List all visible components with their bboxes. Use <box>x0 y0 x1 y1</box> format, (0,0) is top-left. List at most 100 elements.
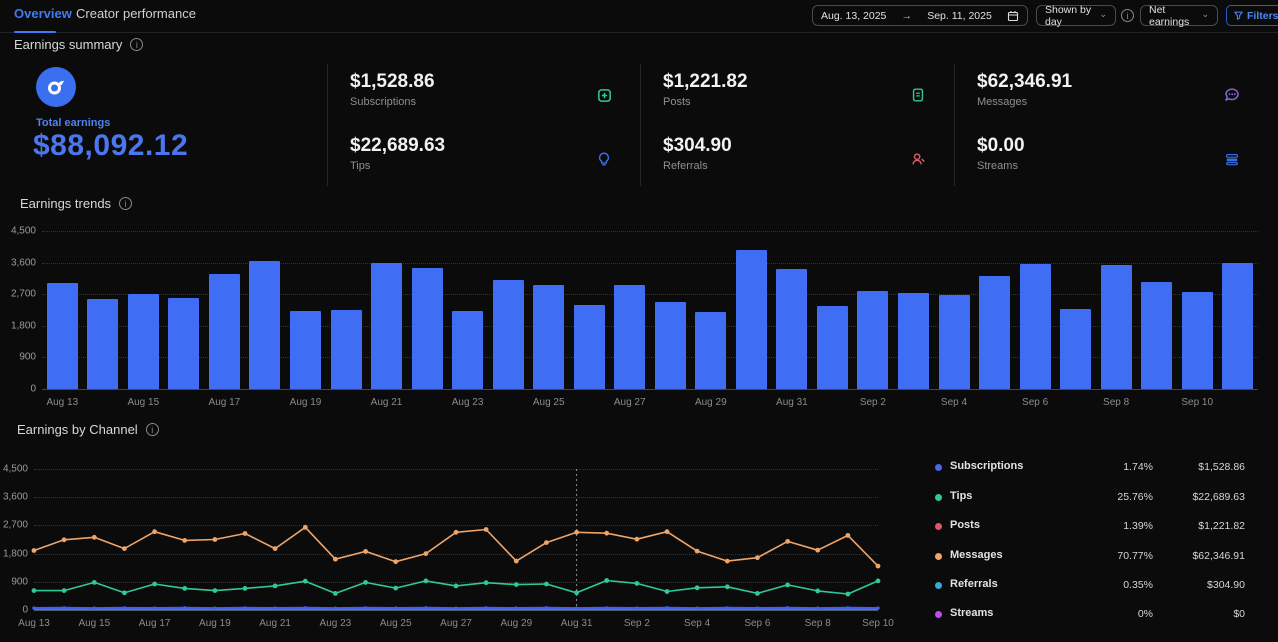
bar-y-tick: 4,500 <box>0 226 36 237</box>
line-x-tick: Aug 13 <box>18 618 50 629</box>
series-point-subscriptions <box>93 607 96 610</box>
bar-sep-3 <box>898 293 929 389</box>
line-x-tick: Aug 21 <box>259 618 291 629</box>
earnings-trends-title: Earnings trends i <box>20 196 132 211</box>
series-point-subscriptions <box>515 606 518 609</box>
stat-streams: $0.00 Streams <box>977 135 1025 172</box>
series-point-subscriptions <box>123 606 126 609</box>
series-point-messages <box>363 549 368 554</box>
series-point-messages <box>574 530 579 535</box>
bar-aug-14 <box>87 299 118 389</box>
filter-funnel-icon <box>1234 11 1243 20</box>
line-y-tick: 4,500 <box>0 464 28 475</box>
bar-y-tick: 3,600 <box>0 257 36 268</box>
legend-dot <box>935 464 942 471</box>
line-x-tick: Sep 4 <box>684 618 710 629</box>
series-point-tips <box>544 582 549 587</box>
series-point-tips <box>454 584 459 589</box>
bar-x-tick: Aug 21 <box>371 397 403 408</box>
series-point-tips <box>604 578 609 583</box>
stat-label: Subscriptions <box>350 96 435 108</box>
bar-x-tick: Aug 23 <box>452 397 484 408</box>
legend-amount: $62,346.91 <box>1157 550 1245 562</box>
chevron-down-icon: ⌄ <box>1099 10 1107 19</box>
series-point-tips <box>635 581 640 586</box>
bar-sep-5 <box>979 276 1010 389</box>
bar-sep-8 <box>1101 265 1132 389</box>
series-point-tips <box>484 580 489 585</box>
series-point-tips <box>333 591 338 596</box>
series-point-subscriptions <box>635 606 638 609</box>
stat-referrals: $304.90 Referrals <box>663 135 732 172</box>
legend-percent: 70.77% <box>1083 550 1153 562</box>
date-end[interactable]: Sep. 11, 2025 <box>927 10 992 22</box>
series-point-messages <box>182 538 187 543</box>
stat-tips: $22,689.63 Tips <box>350 135 445 172</box>
legend-label: Subscriptions <box>950 460 1023 472</box>
legend-row-messages[interactable]: Messages 70.77% $62,346.91 <box>930 549 1245 565</box>
stat-posts: $1,221.82 Posts <box>663 71 748 108</box>
legend-percent: 1.39% <box>1083 520 1153 532</box>
earnings-trends-bar-chart <box>42 231 1258 389</box>
series-point-subscriptions <box>394 606 397 609</box>
bar-aug-26 <box>574 305 605 389</box>
bar-x-tick: Sep 6 <box>1022 397 1048 408</box>
earnings-by-channel-line-chart <box>34 469 878 610</box>
bar-gridline <box>42 263 1258 264</box>
series-point-tips <box>876 579 881 584</box>
earnings-summary-info-icon[interactable]: i <box>130 38 143 51</box>
shown-by-info-icon[interactable]: i <box>1121 9 1134 22</box>
stat-value: $0.00 <box>977 135 1025 157</box>
legend-row-referrals[interactable]: Referrals 0.35% $304.90 <box>930 578 1245 594</box>
series-point-messages <box>725 559 730 564</box>
series-point-tips <box>182 586 187 591</box>
bar-aug-16 <box>168 298 199 389</box>
bar-aug-13 <box>47 283 78 389</box>
stat-label: Streams <box>977 160 1025 172</box>
legend-row-streams[interactable]: Streams 0% $0 <box>930 607 1245 623</box>
legend-dot <box>935 553 942 560</box>
active-tab-underline <box>14 31 56 33</box>
stat-value: $22,689.63 <box>350 135 445 157</box>
series-point-tips <box>755 591 760 596</box>
legend-row-subscriptions[interactable]: Subscriptions 1.74% $1,528.86 <box>930 460 1245 476</box>
legend-row-posts[interactable]: Posts 1.39% $1,221.82 <box>930 519 1245 535</box>
legend-amount: $1,221.82 <box>1157 520 1245 532</box>
earnings-trends-info-icon[interactable]: i <box>119 197 132 210</box>
legend-dot <box>935 494 942 501</box>
earnings-by-channel-info-icon[interactable]: i <box>146 423 159 436</box>
bar-x-tick: Aug 15 <box>127 397 159 408</box>
legend-label: Messages <box>950 549 1003 561</box>
series-point-subscriptions <box>665 606 668 609</box>
tab-overview[interactable]: Overview <box>14 6 72 21</box>
line-y-tick: 3,600 <box>0 492 28 503</box>
series-point-messages <box>303 525 308 530</box>
date-range-picker[interactable]: Aug. 13, 2025 → Sep. 11, 2025 <box>812 5 1028 26</box>
series-point-subscriptions <box>62 606 65 609</box>
series-point-subscriptions <box>424 606 427 609</box>
series-point-subscriptions <box>364 606 367 609</box>
series-point-subscriptions <box>484 606 487 609</box>
legend-row-tips[interactable]: Tips 25.76% $22,689.63 <box>930 490 1245 506</box>
bar-sep-10 <box>1182 292 1213 389</box>
bar-x-tick: Aug 25 <box>533 397 565 408</box>
line-x-tick: Sep 10 <box>862 618 894 629</box>
bar-sep-9 <box>1141 282 1172 389</box>
line-x-tick: Sep 2 <box>624 618 650 629</box>
date-start[interactable]: Aug. 13, 2025 <box>821 10 886 22</box>
series-point-tips <box>303 579 308 584</box>
legend-label: Posts <box>950 519 980 531</box>
series-point-subscriptions <box>183 606 186 609</box>
shown-by-select[interactable]: Shown by day ⌄ <box>1036 5 1116 26</box>
series-point-tips <box>32 588 37 593</box>
series-point-tips <box>363 580 368 585</box>
net-earnings-select[interactable]: Net earnings ⌄ <box>1140 5 1218 26</box>
tab-creator-performance[interactable]: Creator performance <box>76 6 196 21</box>
bar-aug-15 <box>128 294 159 390</box>
stat-label: Tips <box>350 160 445 172</box>
series-point-messages <box>273 546 278 551</box>
streams-icon <box>1214 141 1250 177</box>
stat-value: $62,346.91 <box>977 71 1072 93</box>
bar-y-tick: 2,700 <box>0 289 36 300</box>
filters-button[interactable]: Filters <box>1226 5 1278 26</box>
